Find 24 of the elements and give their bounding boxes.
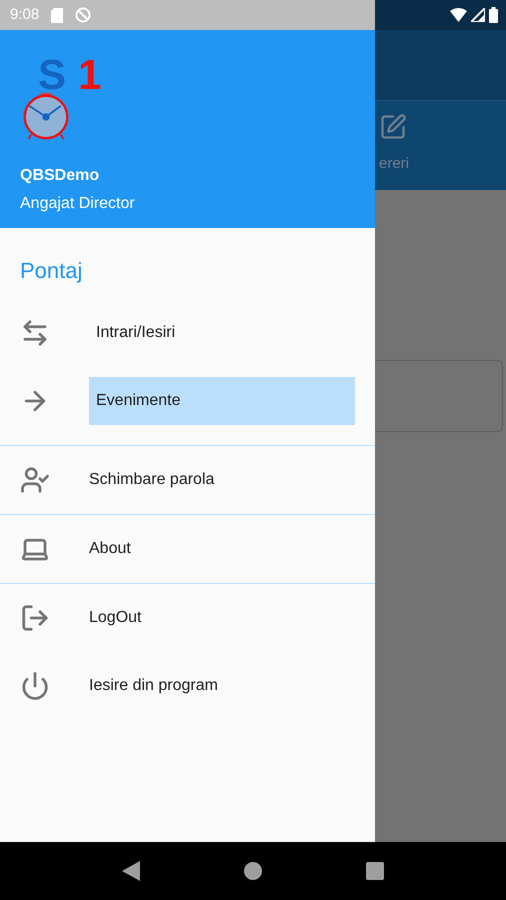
logo-digit: 1 [78,54,102,96]
menu-item[interactable]: Iesire din program [89,662,355,710]
user-check-icon [20,465,50,495]
menu-item[interactable]: LogOut [89,594,355,642]
power-icon [20,671,50,701]
menu-item[interactable]: Evenimente [89,377,355,425]
clock-time: 9:08 [10,4,40,25]
signal-icon [471,8,485,22]
edit-icon [379,113,407,141]
blocked-circle-icon [75,7,92,23]
tab-label: ereri [379,154,410,174]
menu-item[interactable]: About [89,525,355,573]
user-name: QBSDemo [20,166,100,186]
sd-card-icon [51,8,64,22]
battery-icon [489,7,498,23]
menu-item[interactable]: Schimbare parola [89,456,355,504]
back-icon[interactable] [122,861,140,881]
section-title: Pontaj [19,257,84,285]
wifi-icon [450,8,467,22]
alarm-clock-icon [22,92,70,140]
logout-icon [20,603,50,633]
user-role: Angajat Director [20,194,136,214]
menu-item[interactable]: Intrari/Iesiri [89,309,355,357]
home-icon[interactable] [244,862,262,880]
